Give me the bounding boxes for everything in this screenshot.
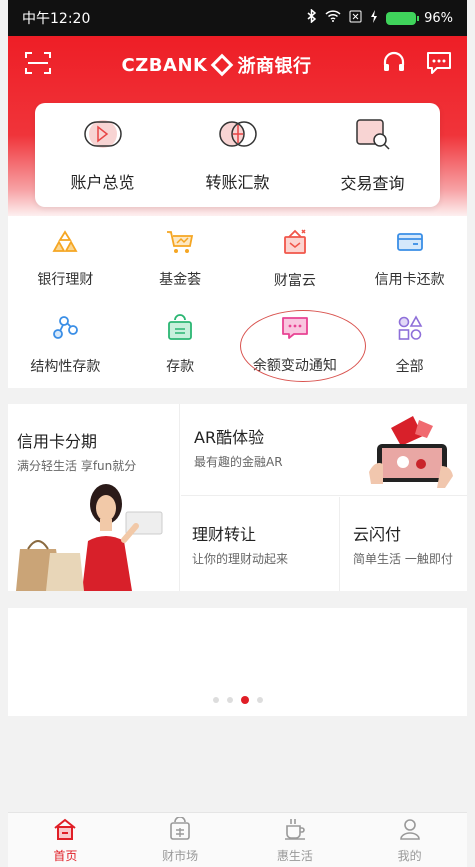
grid-item-all[interactable]: 全部 xyxy=(352,302,467,388)
grid-label: 余额变动通知 xyxy=(252,358,337,374)
nav-label: 财市场 xyxy=(162,848,199,863)
account-overview-label: 账户总览 xyxy=(70,173,135,192)
scan-icon[interactable] xyxy=(24,50,52,80)
account-overview-button[interactable]: 账户总览 xyxy=(43,117,163,193)
grid-item-wealth-cloud[interactable]: 财富云 xyxy=(238,216,353,302)
promo-title: 云闪付 xyxy=(353,525,402,544)
battery-percent: 96% xyxy=(424,10,453,26)
charging-icon xyxy=(370,9,378,27)
grid-item-balance-notice[interactable]: 余额变动通知 xyxy=(238,302,353,388)
nav-home[interactable]: 首页 xyxy=(8,813,123,867)
balance-notice-icon xyxy=(280,315,310,345)
transfer-button[interactable]: 转账汇款 xyxy=(178,117,298,193)
promo-subtitle: 让你的理财动起来 xyxy=(192,552,289,566)
promo-ar-experience[interactable]: AR酷体验 最有趣的金融AR xyxy=(181,404,467,496)
bank-wealth-icon xyxy=(50,229,80,259)
battery-icon xyxy=(386,11,420,25)
status-bar: 中午12:20 96% xyxy=(8,0,467,36)
carousel-dot[interactable] xyxy=(226,697,233,703)
fund-icon xyxy=(165,229,195,259)
promo-subtitle: 满分轻生活 享fun就分 xyxy=(17,459,137,473)
banner-carousel[interactable] xyxy=(8,608,467,716)
deposit-icon xyxy=(165,314,195,346)
profile-icon xyxy=(397,817,423,844)
transfer-icon xyxy=(213,117,263,155)
market-icon xyxy=(167,815,193,844)
carousel-indicator xyxy=(8,696,467,704)
nav-label: 惠生活 xyxy=(276,848,313,863)
promo-section: 信用卡分期 满分轻生活 享fun就分 AR酷体验 最有趣的金融AR 理财转让 让… xyxy=(8,404,467,591)
status-indicators: 96% xyxy=(307,8,453,27)
sim-icon xyxy=(349,10,362,27)
grid-item-fund[interactable]: 基金荟 xyxy=(123,216,238,302)
transaction-query-label: 交易查询 xyxy=(340,174,405,193)
grid-item-deposit[interactable]: 存款 xyxy=(123,302,238,388)
grid-label: 基金荟 xyxy=(159,272,202,288)
nav-life[interactable]: 惠生活 xyxy=(238,813,353,867)
grid-label: 存款 xyxy=(166,359,195,375)
grid-label: 结构性存款 xyxy=(30,359,101,375)
carousel-dot[interactable] xyxy=(212,697,219,703)
promo-credit-installment[interactable]: 信用卡分期 满分轻生活 享fun就分 xyxy=(8,404,180,591)
brand-name: CZBANK xyxy=(121,54,208,76)
life-icon xyxy=(282,817,308,844)
promo-title: 信用卡分期 xyxy=(17,432,98,451)
brand-name-cn: 浙商银行 xyxy=(237,56,312,77)
bank-logo: CZBANK 浙商银行 xyxy=(122,52,312,78)
brand-mark-icon xyxy=(211,54,233,76)
grid-label: 信用卡还款 xyxy=(374,272,445,288)
carousel-dot-active[interactable] xyxy=(240,696,249,704)
bottom-nav: 首页 财市场 惠生活 我的 xyxy=(8,812,467,867)
account-overview-icon xyxy=(81,117,125,155)
nav-label: 首页 xyxy=(53,848,78,863)
grid-label: 财富云 xyxy=(273,273,316,289)
promo-wealth-transfer[interactable]: 理财转让 让你的理财动起来 xyxy=(181,497,340,591)
nav-market[interactable]: 财市场 xyxy=(123,813,238,867)
service-grid: 银行理财 基金荟 财富云 信用卡还款 结构性存款 存款 余额变动通知 全部 xyxy=(8,216,467,388)
carousel-dot[interactable] xyxy=(256,697,263,703)
quick-actions-card: 账户总览 转账汇款 交易查询 xyxy=(35,103,440,207)
grid-label: 银行理财 xyxy=(37,272,94,288)
grid-item-credit-card[interactable]: 信用卡还款 xyxy=(352,216,467,302)
promo-subtitle: 简单生活 一触即付 xyxy=(353,552,453,566)
structured-deposit-icon xyxy=(50,314,80,346)
message-icon[interactable] xyxy=(425,50,453,80)
credit-card-icon xyxy=(395,229,425,259)
nav-profile[interactable]: 我的 xyxy=(352,813,467,867)
ar-phone-illustration xyxy=(363,412,459,496)
transaction-query-button[interactable]: 交易查询 xyxy=(313,116,433,194)
transfer-label: 转账汇款 xyxy=(205,173,270,192)
home-icon xyxy=(52,817,78,844)
wifi-icon xyxy=(325,10,341,26)
grid-item-structured-deposit[interactable]: 结构性存款 xyxy=(8,302,123,388)
nav-label: 我的 xyxy=(397,848,422,863)
grid-item-bank-wealth[interactable]: 银行理财 xyxy=(8,216,123,302)
grid-label: 全部 xyxy=(395,359,424,375)
status-time: 中午12:20 xyxy=(22,11,91,27)
promo-title: 理财转让 xyxy=(192,525,257,544)
customer-service-icon[interactable] xyxy=(381,50,407,80)
shopping-woman-illustration xyxy=(8,474,179,591)
wealth-cloud-icon xyxy=(280,228,310,260)
bluetooth-icon xyxy=(307,8,317,27)
transaction-query-icon xyxy=(351,116,395,156)
promo-quickpass[interactable]: 云闪付 简单生活 一触即付 xyxy=(341,497,467,591)
all-icon xyxy=(395,314,425,346)
